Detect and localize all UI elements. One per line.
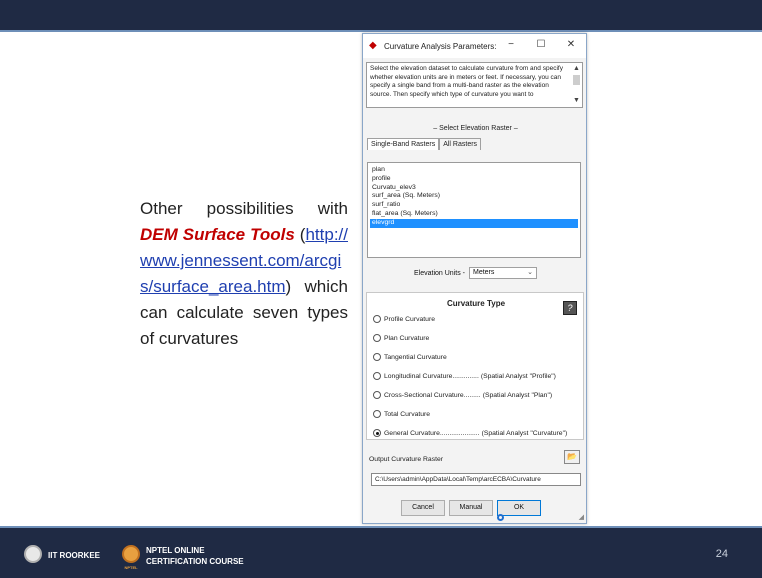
radio-label: General Curvature.....................	[384, 429, 480, 437]
manual-button[interactable]: Manual	[449, 500, 493, 516]
list-item[interactable]: Curvatu_elev3	[370, 184, 578, 193]
radio-button[interactable]	[373, 353, 381, 361]
curvature-dialog: ◆ Curvature Analysis Parameters: − ☐ ✕ S…	[362, 33, 587, 524]
dialog-titlebar[interactable]: ◆ Curvature Analysis Parameters: − ☐ ✕	[363, 34, 586, 58]
elevation-units-select[interactable]: Meters ⌄	[468, 267, 537, 279]
cancel-button[interactable]: Cancel	[401, 500, 445, 516]
iit-logo-icon	[24, 545, 42, 563]
elevation-units-value: Meters	[472, 269, 495, 276]
diamond-icon: ◆	[369, 40, 377, 51]
radio-button[interactable]	[373, 315, 381, 323]
folder-open-icon[interactable]: 📂	[564, 450, 580, 464]
minimize-button[interactable]: −	[503, 38, 519, 52]
description-scrollbar[interactable]: ▲ ▼	[572, 65, 581, 105]
nptel-logo-icon	[122, 545, 140, 563]
raster-tabs: Single-Band Rasters All Rasters	[367, 138, 482, 150]
nptel-logo-text: NPTEL	[124, 565, 138, 570]
chevron-down-icon: ⌄	[527, 269, 533, 276]
radio-total-curvature[interactable]: Total Curvature	[373, 410, 430, 418]
radio-extra: (Spatial Analyst "Profile")	[480, 372, 556, 380]
curvature-type-title: Curvature Type	[446, 299, 506, 308]
list-item[interactable]: flat_area (Sq. Meters)	[370, 210, 578, 219]
radio-profile-curvature[interactable]: Profile Curvature	[373, 315, 435, 323]
radio-extra: (Spatial Analyst "Plan")	[482, 391, 553, 399]
slide-paren-open: (	[294, 225, 306, 244]
slide-footer	[0, 528, 762, 578]
scroll-up-icon[interactable]: ▲	[572, 65, 581, 73]
radio-label: Cross-Sectional Curvature.........	[384, 391, 481, 399]
course-line-2: CERTIFICATION COURSE	[146, 557, 244, 566]
radio-button-checked[interactable]	[373, 429, 381, 437]
slide-text-intro: Other possibilities with	[140, 199, 348, 218]
radio-button[interactable]	[373, 410, 381, 418]
scroll-down-icon[interactable]: ▼	[572, 97, 581, 105]
radio-label: Plan Curvature	[384, 334, 430, 342]
curvature-type-group: Curvature Type ? Profile Curvature Plan …	[366, 292, 584, 440]
resize-grip-icon[interactable]: ◢	[579, 513, 584, 521]
mouse-cursor-icon	[497, 514, 504, 521]
radio-label: Total Curvature	[384, 410, 431, 418]
list-item-selected[interactable]: elevgrd	[370, 218, 578, 228]
select-raster-label: – Select Elevation Raster –	[433, 125, 518, 132]
slide-header-rule	[0, 30, 762, 32]
scroll-thumb[interactable]	[573, 75, 580, 85]
description-box[interactable]: Select the elevation dataset to calculat…	[366, 62, 583, 108]
list-item[interactable]: profile	[370, 175, 578, 184]
list-item[interactable]: surf_ratio	[370, 201, 578, 210]
page-number: 24	[715, 548, 728, 560]
slide-highlight: DEM Surface Tools	[140, 225, 295, 244]
tab-all-rasters[interactable]: All Rasters	[439, 138, 482, 150]
elevation-units-row: Elevation Units - Meters ⌄	[363, 267, 588, 279]
radio-label: Profile Curvature	[384, 315, 435, 323]
radio-general-curvature[interactable]: General Curvature..................... (…	[373, 429, 567, 437]
raster-list[interactable]: plan profile Curvatu_elev3 surf_area (Sq…	[367, 162, 581, 258]
course-line-1: NPTEL ONLINE	[146, 546, 205, 555]
slide-header-bar	[0, 0, 762, 30]
radio-label: Longitudinal Curvature..............	[384, 372, 479, 380]
radio-extra: (Spatial Analyst "Curvature")	[481, 429, 568, 437]
output-path-field[interactable]: C:\Users\admin\AppData\Local\Temp\arcECB…	[371, 473, 581, 486]
radio-button[interactable]	[373, 391, 381, 399]
institute-name: IIT ROORKEE	[48, 551, 101, 560]
radio-longitudinal-curvature[interactable]: Longitudinal Curvature.............. (Sp…	[373, 372, 556, 380]
dialog-title: Curvature Analysis Parameters:	[384, 41, 497, 51]
ok-button[interactable]: OK	[497, 500, 541, 516]
radio-button[interactable]	[373, 372, 381, 380]
list-item[interactable]: surf_area (Sq. Meters)	[370, 192, 578, 201]
radio-tangential-curvature[interactable]: Tangential Curvature	[373, 353, 447, 361]
maximize-button[interactable]: ☐	[533, 38, 549, 52]
tab-single-band[interactable]: Single-Band Rasters	[367, 138, 440, 150]
description-text: Select the elevation dataset to calculat…	[370, 65, 563, 98]
slide-body-text: Other possibilities with DEM Surface Too…	[140, 196, 348, 352]
radio-button[interactable]	[373, 334, 381, 342]
radio-cross-sectional-curvature[interactable]: Cross-Sectional Curvature......... (Spat…	[373, 391, 552, 399]
radio-plan-curvature[interactable]: Plan Curvature	[373, 334, 429, 342]
output-raster-label: Output Curvature Raster	[369, 456, 444, 463]
help-icon[interactable]: ?	[563, 301, 577, 315]
dialog-button-row: Cancel Manual OK	[363, 500, 588, 518]
radio-label: Tangential Curvature	[384, 353, 447, 361]
close-button[interactable]: ✕	[563, 38, 579, 52]
elevation-units-label: Elevation Units -	[414, 269, 465, 277]
list-item[interactable]: plan	[370, 166, 578, 175]
